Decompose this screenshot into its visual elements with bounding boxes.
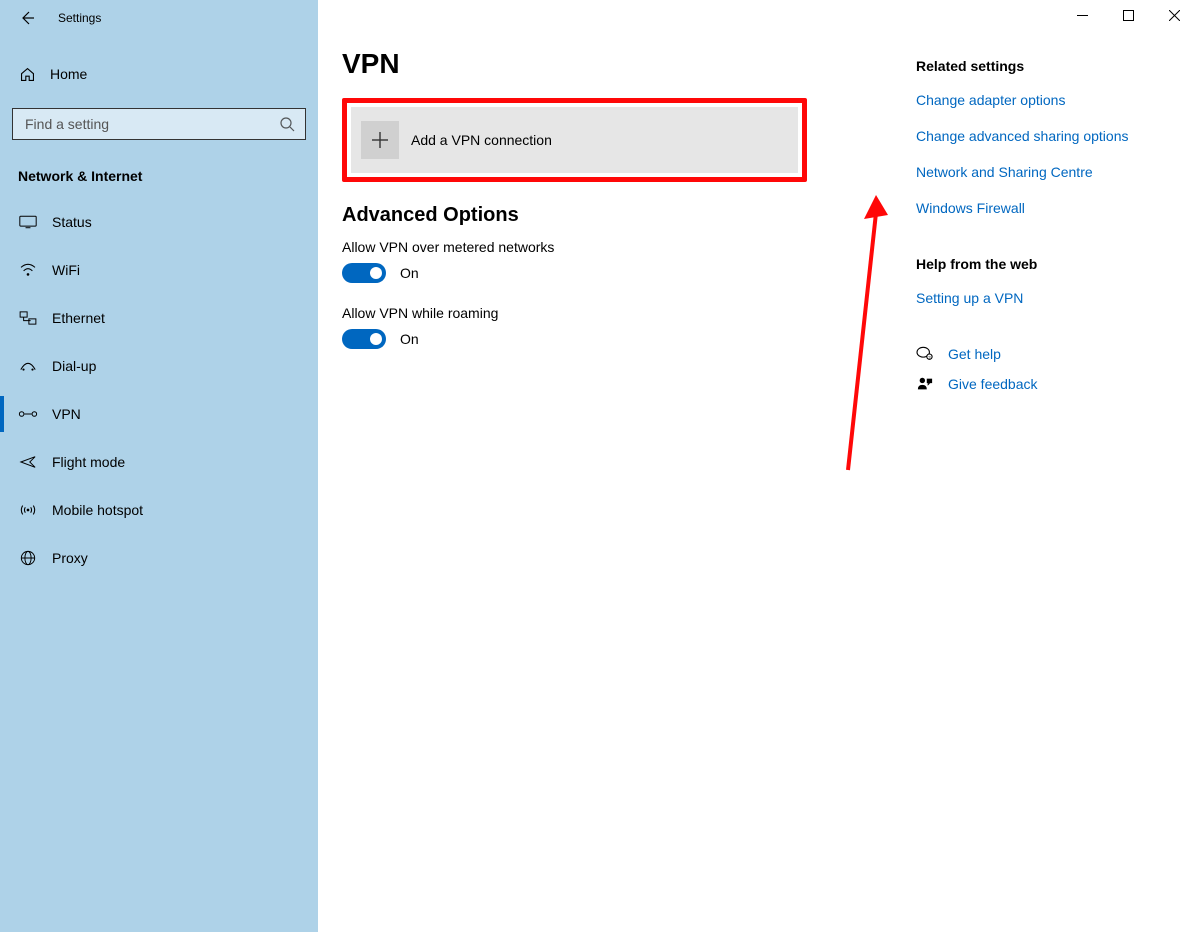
related-links-list: Change adapter options Change advanced s…: [916, 92, 1176, 216]
sidebar-item-ethernet[interactable]: Ethernet: [0, 294, 318, 342]
toggle-metered[interactable]: [342, 263, 386, 283]
toggle-roaming[interactable]: [342, 329, 386, 349]
page-title: VPN: [342, 48, 912, 80]
sidebar-item-label: WiFi: [52, 262, 80, 278]
link-windows-firewall[interactable]: Windows Firewall: [916, 200, 1025, 216]
sidebar-item-label: Ethernet: [52, 310, 105, 326]
annotation-highlight: Add a VPN connection: [342, 98, 807, 182]
sidebar-category: Network & Internet: [18, 168, 318, 184]
search-input[interactable]: [23, 115, 279, 133]
sidebar-item-label: Mobile hotspot: [52, 502, 143, 518]
get-help-icon: ?: [916, 346, 934, 362]
feedback-icon: [916, 376, 934, 392]
app-title: Settings: [58, 11, 101, 25]
toggle-metered-state: On: [400, 265, 419, 281]
link-advanced-sharing[interactable]: Change advanced sharing options: [916, 128, 1129, 144]
option-roaming-label: Allow VPN while roaming: [342, 305, 912, 321]
toggle-roaming-state: On: [400, 331, 419, 347]
titlebar-left: Settings: [0, 0, 318, 36]
close-icon: [1169, 10, 1180, 21]
sidebar-item-label: Dial-up: [52, 358, 96, 374]
add-vpn-label: Add a VPN connection: [411, 132, 552, 148]
get-help-row[interactable]: ? Get help: [916, 346, 1176, 362]
ethernet-icon: [18, 311, 38, 325]
main-content: VPN Add a VPN connection Advanced Option…: [318, 0, 1197, 932]
option-metered-label: Allow VPN over metered networks: [342, 239, 912, 255]
advanced-options-heading: Advanced Options: [342, 204, 912, 227]
give-feedback-link[interactable]: Give feedback: [948, 376, 1038, 392]
sidebar-item-wifi[interactable]: WiFi: [0, 246, 318, 294]
sidebar-home[interactable]: Home: [0, 54, 318, 94]
sidebar: Settings Home Network & Internet Status: [0, 0, 318, 932]
window-controls: [1059, 0, 1197, 30]
wifi-icon: [18, 263, 38, 277]
give-feedback-row[interactable]: Give feedback: [916, 376, 1176, 392]
home-icon: [18, 66, 36, 83]
help-heading: Help from the web: [916, 256, 1176, 272]
maximize-button[interactable]: [1105, 0, 1151, 30]
sidebar-item-label: Status: [52, 214, 92, 230]
maximize-icon: [1123, 10, 1134, 21]
search-box[interactable]: [12, 108, 306, 140]
sidebar-item-label: Flight mode: [52, 454, 125, 470]
dialup-icon: [18, 360, 38, 372]
minimize-button[interactable]: [1059, 0, 1105, 30]
airplane-icon: [18, 454, 38, 470]
sidebar-item-status[interactable]: Status: [0, 198, 318, 246]
sidebar-item-vpn[interactable]: VPN: [0, 390, 318, 438]
vpn-icon: [18, 408, 38, 420]
get-help-link[interactable]: Get help: [948, 346, 1001, 362]
plus-icon-box: [361, 121, 399, 159]
related-settings-heading: Related settings: [916, 58, 1176, 74]
help-links-list: Setting up a VPN: [916, 290, 1176, 306]
status-icon: [18, 215, 38, 229]
sidebar-item-hotspot[interactable]: Mobile hotspot: [0, 486, 318, 534]
sidebar-item-flightmode[interactable]: Flight mode: [0, 438, 318, 486]
minimize-icon: [1077, 10, 1088, 21]
sidebar-home-label: Home: [50, 66, 87, 82]
sidebar-item-label: VPN: [52, 406, 81, 422]
link-network-sharing-centre[interactable]: Network and Sharing Centre: [916, 164, 1093, 180]
sidebar-nav: Status WiFi Ethernet Dial-up: [0, 198, 318, 582]
sidebar-item-proxy[interactable]: Proxy: [0, 534, 318, 582]
add-vpn-button[interactable]: Add a VPN connection: [351, 107, 798, 173]
proxy-icon: [18, 550, 38, 566]
sidebar-item-label: Proxy: [52, 550, 88, 566]
close-button[interactable]: [1151, 0, 1197, 30]
link-setting-up-vpn[interactable]: Setting up a VPN: [916, 290, 1023, 306]
hotspot-icon: [18, 502, 38, 518]
search-icon: [279, 116, 295, 132]
back-arrow-icon: [19, 10, 35, 26]
plus-icon: [371, 131, 389, 149]
link-adapter-options[interactable]: Change adapter options: [916, 92, 1065, 108]
sidebar-item-dialup[interactable]: Dial-up: [0, 342, 318, 390]
back-button[interactable]: [18, 9, 36, 27]
